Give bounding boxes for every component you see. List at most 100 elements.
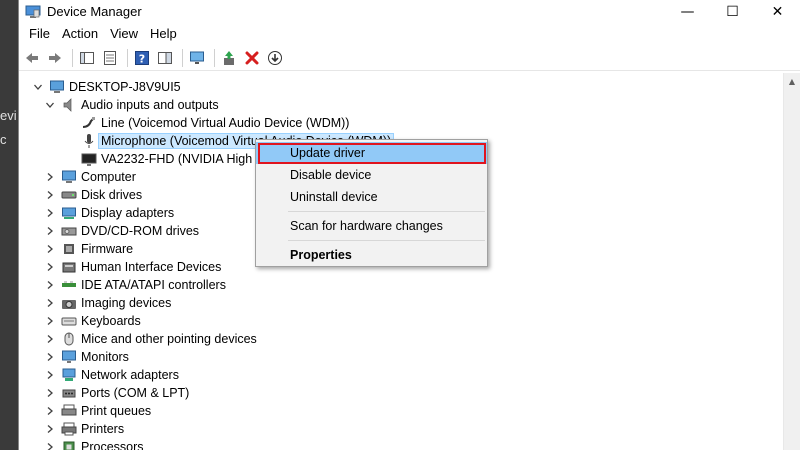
- tree-category[interactable]: Printers: [45, 420, 124, 438]
- tree-category[interactable]: Print queues: [45, 402, 151, 420]
- action-pane-icon[interactable]: [155, 48, 175, 68]
- menu-action[interactable]: Action: [56, 23, 104, 45]
- menu-view[interactable]: View: [104, 23, 144, 45]
- menu-help[interactable]: Help: [144, 23, 183, 45]
- tree-category[interactable]: Ports (COM & LPT): [45, 384, 189, 402]
- chevron-down-icon[interactable]: [45, 100, 55, 110]
- tree-category[interactable]: Firmware: [45, 240, 133, 258]
- scroll-up-icon[interactable]: ▲: [784, 73, 800, 90]
- ide-controller-icon: [61, 277, 77, 293]
- menu-item-properties[interactable]: Properties: [256, 244, 487, 266]
- properties-icon[interactable]: [100, 48, 120, 68]
- menu-item-disable-device[interactable]: Disable device: [256, 164, 487, 186]
- tree-category[interactable]: Computer: [45, 168, 136, 186]
- tree-category[interactable]: Display adapters: [45, 204, 174, 222]
- tree-device-line[interactable]: Line (Voicemod Virtual Audio Device (WDM…: [81, 114, 349, 132]
- uninstall-icon[interactable]: [242, 48, 262, 68]
- tree-category[interactable]: Human Interface Devices: [45, 258, 221, 276]
- tree-root[interactable]: DESKTOP-J8V9UI5: [33, 78, 181, 96]
- chevron-right-icon[interactable]: [45, 208, 55, 218]
- title-bar: Device Manager — ☐ ✕: [19, 0, 800, 23]
- toolbar: ?: [19, 45, 800, 71]
- chevron-right-icon[interactable]: [45, 244, 55, 254]
- hid-icon: [61, 259, 77, 275]
- menu-item-uninstall-device[interactable]: Uninstall device: [256, 186, 487, 208]
- camera-icon: [61, 295, 77, 311]
- monitor-icon: [61, 349, 77, 365]
- menu-item-label: Update driver: [290, 146, 366, 160]
- chevron-right-icon[interactable]: [45, 190, 55, 200]
- forward-arrow-icon[interactable]: [45, 48, 65, 68]
- tree-category[interactable]: DVD/CD-ROM drives: [45, 222, 199, 240]
- svg-text:?: ?: [139, 52, 145, 65]
- tree-category[interactable]: Mice and other pointing devices: [45, 330, 257, 348]
- print-queue-icon: [61, 403, 77, 419]
- window-title: Device Manager: [47, 4, 142, 19]
- tree-category[interactable]: Disk drives: [45, 186, 142, 204]
- tree-category-label: Disk drives: [81, 188, 143, 202]
- chevron-right-icon[interactable]: [45, 406, 55, 416]
- menu-item-label: Properties: [290, 248, 352, 262]
- dvd-drive-icon: [61, 223, 77, 239]
- chevron-right-icon[interactable]: [45, 370, 55, 380]
- help-icon[interactable]: ?: [132, 48, 152, 68]
- port-icon: [61, 385, 77, 401]
- menu-item-scan-hardware[interactable]: Scan for hardware changes: [256, 215, 487, 237]
- tree-category-label: Audio inputs and outputs: [81, 98, 219, 112]
- close-button[interactable]: ✕: [755, 0, 800, 23]
- device-manager-window: Device Manager — ☐ ✕ File Action View He…: [18, 0, 800, 450]
- display-adapter-icon: [61, 205, 77, 221]
- tree-category-label: Imaging devices: [81, 296, 172, 310]
- chevron-right-icon[interactable]: [45, 280, 55, 290]
- printer-icon: [61, 421, 77, 437]
- chevron-right-icon[interactable]: [45, 226, 55, 236]
- background-text: c: [0, 132, 7, 147]
- toolbar-separator: [182, 48, 183, 67]
- update-driver-icon[interactable]: [219, 48, 239, 68]
- chevron-right-icon[interactable]: [45, 298, 55, 308]
- computer-icon: [49, 79, 65, 95]
- tree-category-label: Ports (COM & LPT): [81, 386, 190, 400]
- tree-category-label: IDE ATA/ATAPI controllers: [81, 278, 226, 292]
- maximize-button[interactable]: ☐: [710, 0, 755, 23]
- disk-drive-icon: [61, 187, 77, 203]
- tree-category[interactable]: Keyboards: [45, 312, 141, 330]
- chevron-right-icon[interactable]: [45, 424, 55, 434]
- computer-icon: [61, 169, 77, 185]
- tree-category-label: Processors: [81, 440, 144, 450]
- vertical-scrollbar[interactable]: ▲: [783, 73, 800, 450]
- tree-category-label: Keyboards: [81, 314, 141, 328]
- tree-category[interactable]: Network adapters: [45, 366, 179, 384]
- chevron-down-icon[interactable]: [33, 82, 43, 92]
- tree-category[interactable]: Processors: [45, 438, 144, 450]
- tree-category-label: Print queues: [81, 404, 152, 418]
- tree-category-label: DVD/CD-ROM drives: [81, 224, 200, 238]
- keyboard-icon: [61, 313, 77, 329]
- chevron-right-icon[interactable]: [45, 352, 55, 362]
- speaker-icon: [61, 97, 77, 113]
- monitor-icon[interactable]: [187, 48, 207, 68]
- menu-item-update-driver[interactable]: Update driver: [256, 142, 487, 164]
- menu-item-label: Disable device: [290, 168, 372, 182]
- tree-category[interactable]: IDE ATA/ATAPI controllers: [45, 276, 226, 294]
- chevron-right-icon[interactable]: [45, 316, 55, 326]
- audio-jack-icon: [81, 115, 97, 131]
- monitor-icon: [81, 151, 97, 167]
- tree-category-label: Network adapters: [81, 368, 179, 382]
- chevron-right-icon[interactable]: [45, 172, 55, 182]
- tree-category[interactable]: Monitors: [45, 348, 129, 366]
- tree-category-audio[interactable]: Audio inputs and outputs: [45, 96, 219, 114]
- show-hide-tree-icon[interactable]: [77, 48, 97, 68]
- minimize-button[interactable]: —: [665, 0, 710, 23]
- back-arrow-icon[interactable]: [22, 48, 42, 68]
- download-icon[interactable]: [265, 48, 285, 68]
- tree-category[interactable]: Imaging devices: [45, 294, 171, 312]
- chevron-right-icon[interactable]: [45, 262, 55, 272]
- chevron-right-icon[interactable]: [45, 388, 55, 398]
- menu-file[interactable]: File: [23, 23, 56, 45]
- mouse-icon: [61, 331, 77, 347]
- chevron-right-icon[interactable]: [45, 334, 55, 344]
- chevron-right-icon[interactable]: [45, 442, 55, 450]
- tree-category-label: Firmware: [81, 242, 134, 256]
- firmware-icon: [61, 241, 77, 257]
